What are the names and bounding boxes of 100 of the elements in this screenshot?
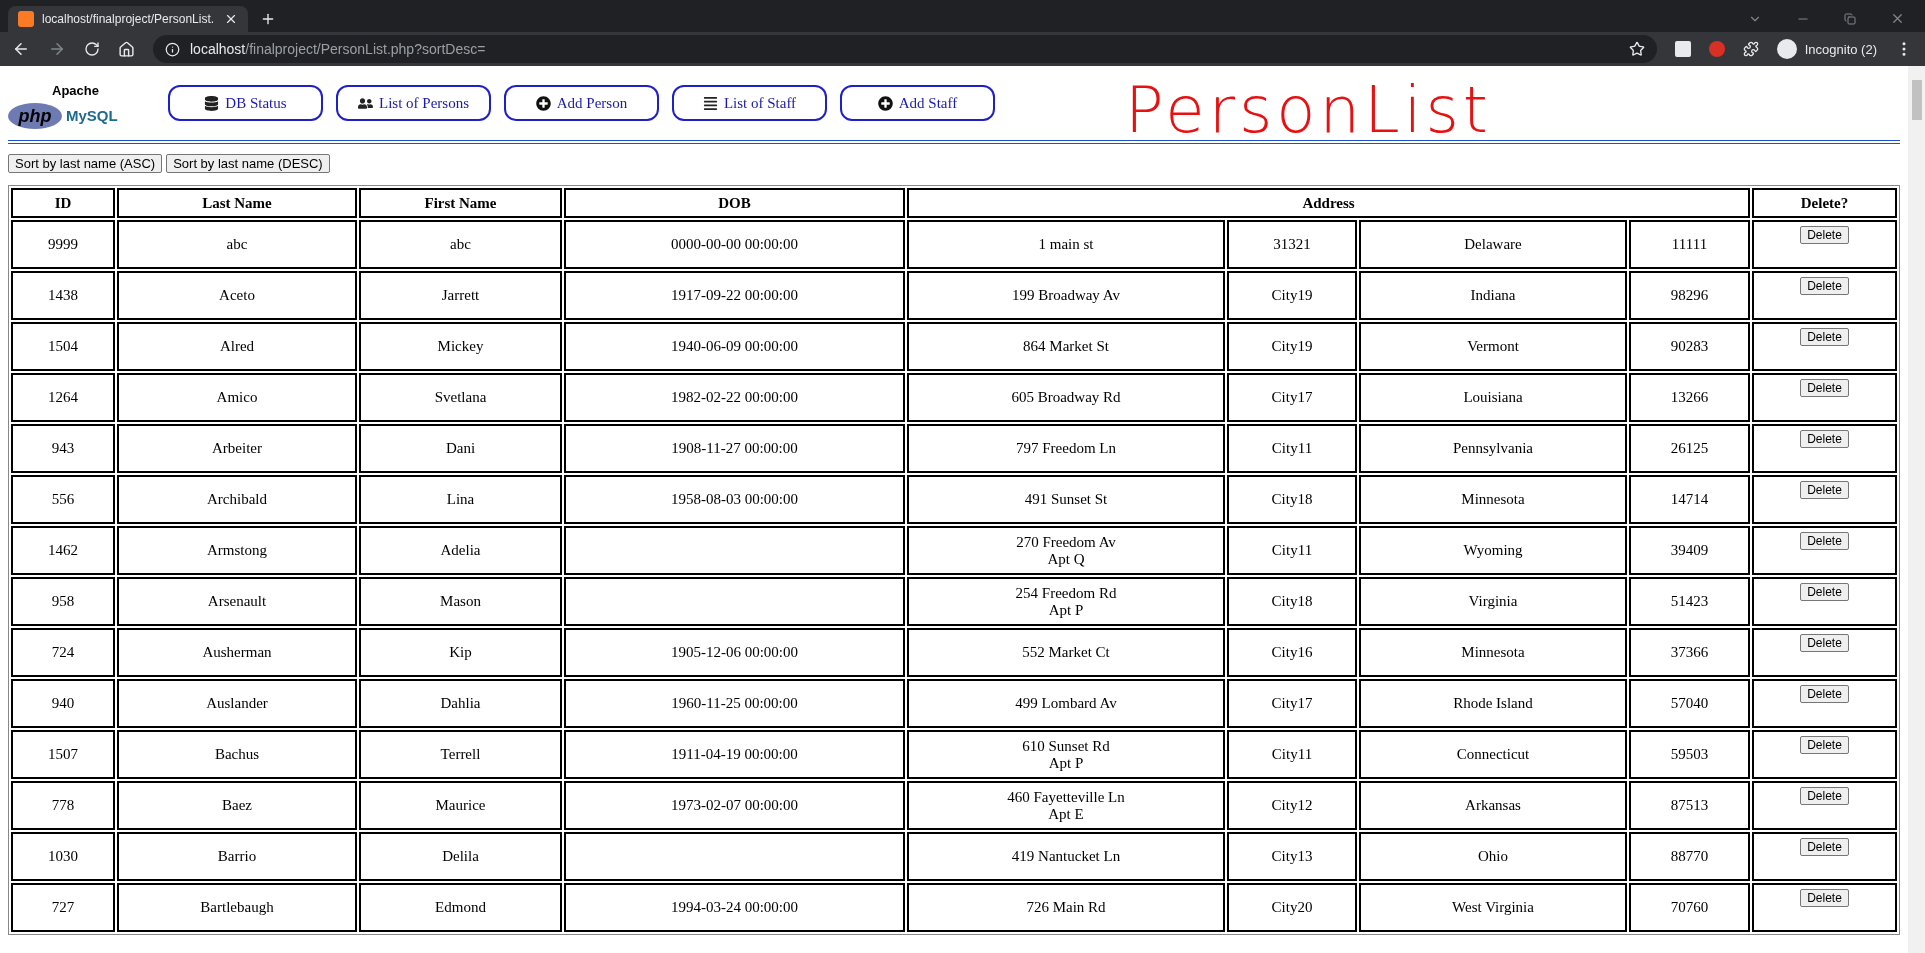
dob-cell: 1994-03-24 00:00:00 — [670, 899, 799, 915]
delete-button[interactable]: Delete — [1800, 889, 1849, 907]
last-name-cell: Armstong — [207, 542, 267, 558]
state-cell: Minnesota — [1461, 491, 1525, 507]
last-name-cell: Bachus — [214, 746, 260, 762]
id-cell: 1507 — [48, 746, 78, 762]
dob-cell: 1917-09-22 00:00:00 — [670, 287, 799, 303]
zip-cell: 57040 — [1670, 695, 1709, 711]
star-icon[interactable] — [1628, 41, 1645, 57]
last-name-cell: Amico — [216, 389, 258, 405]
nav-button[interactable]: Add Person — [504, 85, 659, 121]
zip-cell: 87513 — [1670, 797, 1709, 813]
street-cell: 552 Market Ct — [1022, 644, 1110, 660]
nav-button[interactable]: List of Staff — [672, 85, 827, 121]
home-icon[interactable] — [118, 40, 135, 58]
street-cell: 254 Freedom Rd Apt P — [1015, 584, 1117, 618]
street-cell: 605 Broadway Rd — [1011, 389, 1121, 405]
last-name-cell: Baez — [222, 797, 252, 813]
reload-icon[interactable] — [84, 41, 100, 57]
logo: Apache php MySQL — [8, 73, 148, 133]
id-cell: 724 — [51, 644, 75, 660]
zip-cell: 59503 — [1670, 746, 1709, 762]
state-cell: Delaware — [1464, 236, 1522, 252]
state-cell: Pennsylvania — [1453, 440, 1533, 456]
delete-button[interactable]: Delete — [1800, 430, 1849, 448]
first-name-cell: Jarrett — [441, 287, 480, 303]
first-name-cell: abc — [450, 236, 471, 252]
restore-icon[interactable] — [1844, 12, 1856, 25]
back-icon[interactable] — [12, 40, 30, 58]
nav-button[interactable]: DB Status — [168, 85, 323, 121]
forward-icon[interactable] — [48, 40, 66, 58]
city-cell: City13 — [1271, 848, 1313, 864]
street-cell: 864 Market St — [1023, 338, 1109, 354]
delete-button[interactable]: Delete — [1800, 481, 1849, 499]
favicon-icon — [18, 11, 34, 27]
delete-button[interactable]: Delete — [1800, 583, 1849, 601]
zip-cell: 88770 — [1670, 848, 1709, 864]
browser-tab[interactable]: localhost/finalproject/PersonList. — [8, 6, 248, 32]
nav-button[interactable]: Add Staff — [840, 85, 995, 121]
id-cell: 1438 — [48, 287, 78, 303]
last-name-cell: Ausherman — [202, 644, 272, 660]
city-cell: City12 — [1271, 797, 1313, 813]
extension-icon[interactable] — [1674, 41, 1691, 57]
column-header: DOB — [564, 188, 905, 218]
database-icon — [204, 95, 220, 111]
state-cell: West Virginia — [1452, 899, 1534, 915]
delete-button[interactable]: Delete — [1800, 379, 1849, 397]
close-icon[interactable] — [224, 12, 238, 26]
nav-button[interactable]: List of Persons — [336, 85, 491, 121]
city-cell: City11 — [1271, 746, 1313, 762]
first-name-cell: Lina — [446, 491, 475, 507]
delete-button[interactable]: Delete — [1800, 787, 1849, 805]
street-cell: 419 Nantucket Ln — [1011, 848, 1121, 864]
dob-cell: 1940-06-09 00:00:00 — [670, 338, 799, 354]
zip-cell: 37366 — [1670, 644, 1709, 660]
delete-button[interactable]: Delete — [1800, 226, 1849, 244]
delete-button[interactable]: Delete — [1800, 685, 1849, 703]
sort-button[interactable]: Sort by last name (ASC) — [8, 154, 163, 173]
last-name-cell: Bartlebaugh — [200, 899, 274, 915]
id-cell: 1030 — [48, 848, 78, 864]
close-window-icon[interactable] — [1890, 11, 1905, 26]
profile-button[interactable]: Incognito (2) — [1776, 39, 1877, 59]
street-cell: 797 Freedom Ln — [1016, 440, 1116, 456]
state-cell: Rhode Island — [1453, 695, 1533, 711]
delete-button[interactable]: Delete — [1800, 838, 1849, 856]
first-name-cell: Maurice — [435, 797, 486, 813]
delete-button[interactable]: Delete — [1800, 277, 1849, 295]
state-cell: Vermont — [1467, 338, 1519, 354]
delete-button[interactable]: Delete — [1800, 532, 1849, 550]
address-bar[interactable]: localhost/finalproject/PersonList.php?sortDesc= — [153, 35, 1657, 63]
first-name-cell: Edmond — [435, 899, 486, 915]
dob-cell: 1911-04-19 00:00:00 — [671, 746, 798, 762]
street-cell: 199 Broadway Av — [1011, 287, 1120, 303]
scrollbar[interactable] — [1908, 66, 1925, 953]
id-cell: 556 — [51, 491, 75, 507]
dob-cell: 1958-08-03 00:00:00 — [670, 491, 799, 507]
new-tab-icon[interactable] — [260, 11, 276, 27]
info-icon — [165, 41, 180, 57]
zip-cell: 26125 — [1670, 440, 1709, 456]
tab-title: localhost/finalproject/PersonList. — [42, 12, 216, 26]
dob-cell: 1960-11-25 00:00:00 — [671, 695, 798, 711]
delete-button[interactable]: Delete — [1800, 634, 1849, 652]
id-cell: 1504 — [48, 338, 78, 354]
puzzle-icon[interactable] — [1742, 41, 1759, 57]
column-header: Delete? — [1752, 188, 1897, 218]
street-cell: 491 Sunset St — [1024, 491, 1108, 507]
id-cell: 778 — [51, 797, 75, 813]
zip-cell: 13266 — [1670, 389, 1709, 405]
zip-cell: 90283 — [1670, 338, 1709, 354]
sort-button[interactable]: Sort by last name (DESC) — [166, 154, 330, 173]
last-name-cell: Barrio — [217, 848, 257, 864]
id-cell: 1264 — [48, 389, 78, 405]
city-cell: City11 — [1271, 542, 1313, 558]
dob-cell: 1982-02-22 00:00:00 — [670, 389, 799, 405]
city-cell: City19 — [1271, 287, 1313, 303]
zip-cell: 14714 — [1670, 491, 1709, 507]
delete-button[interactable]: Delete — [1800, 328, 1849, 346]
city-cell: City16 — [1271, 644, 1313, 660]
delete-button[interactable]: Delete — [1800, 736, 1849, 754]
column-header: Address — [907, 188, 1750, 218]
